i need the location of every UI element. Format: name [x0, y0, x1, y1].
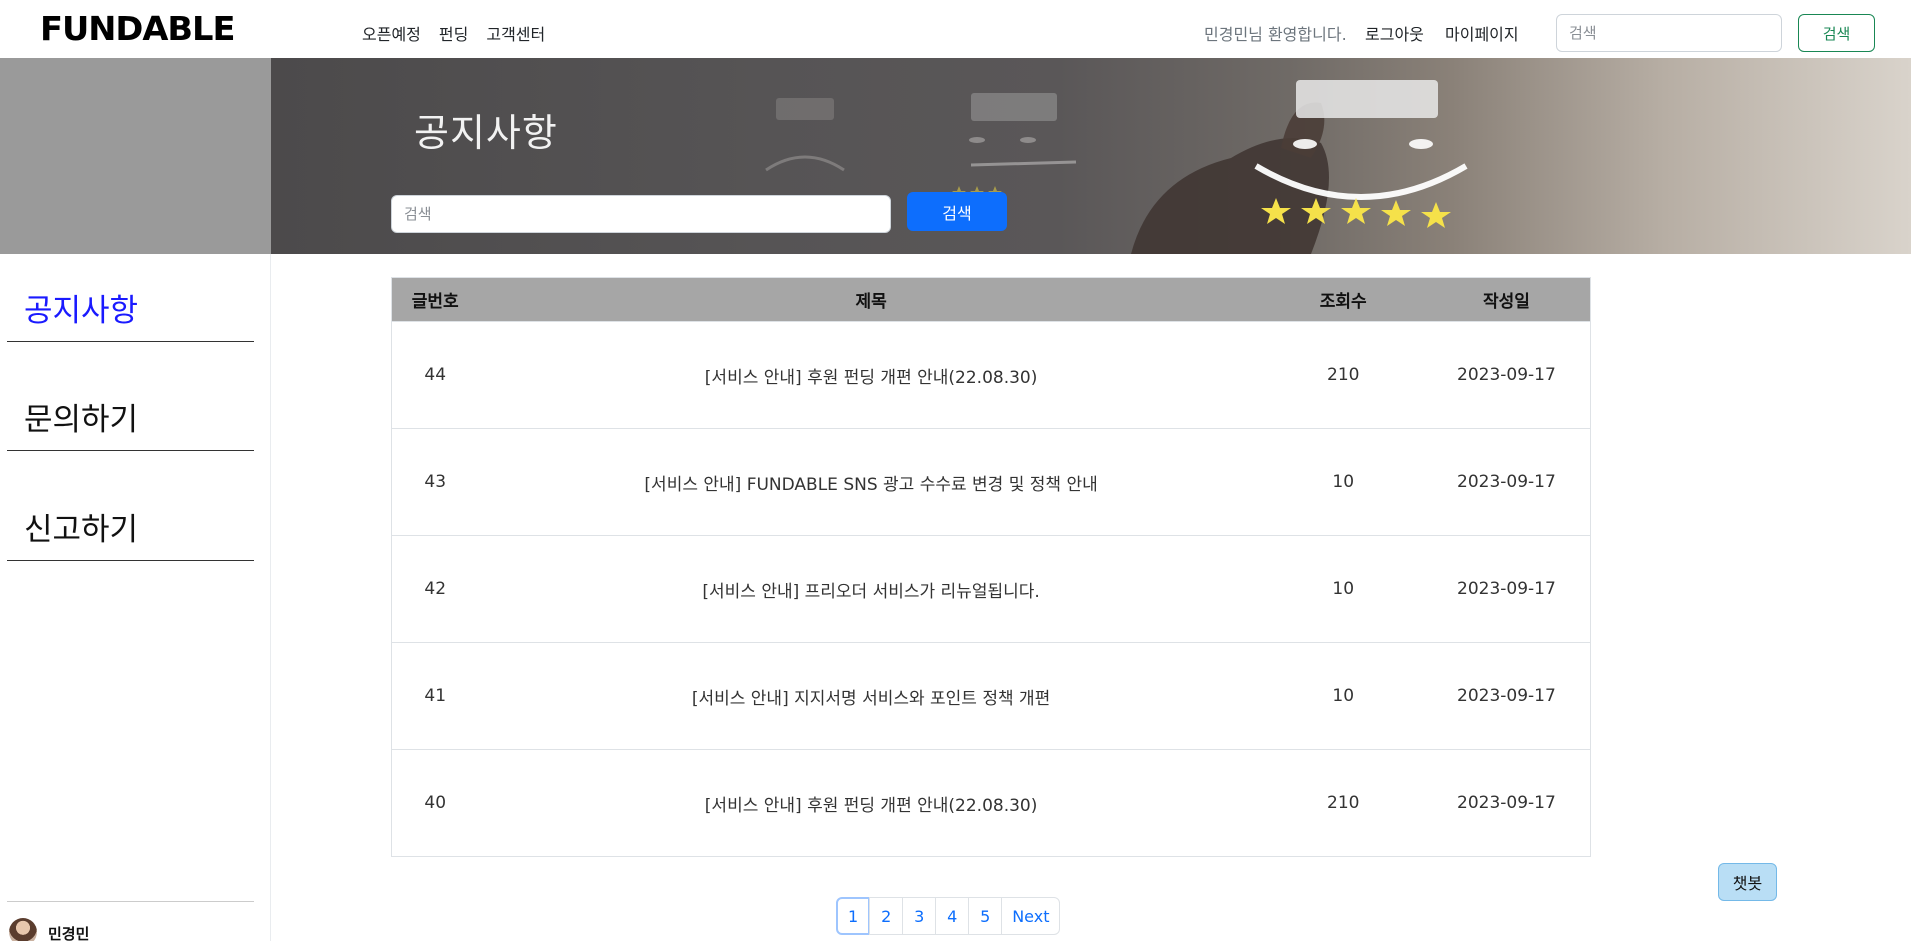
page-3-link[interactable]: 3	[902, 897, 937, 935]
post-views: 10	[1332, 472, 1355, 492]
table-header-row: 글번호 제목 조회수 작성일	[391, 277, 1591, 322]
next-page-link[interactable]: Next	[1001, 897, 1061, 935]
header-search-input[interactable]	[1556, 14, 1782, 52]
chatbot-button[interactable]: 챗봇	[1718, 863, 1777, 901]
post-date: 2023-09-17	[1457, 579, 1556, 599]
banner-left-panel	[0, 58, 271, 254]
sidebar-item-report[interactable]: 신고하기	[7, 473, 254, 561]
post-title[interactable]: [서비스 안내] FUNDABLE SNS 광고 수수료 변경 및 정책 안내	[479, 429, 1264, 536]
post-views: 210	[1327, 793, 1360, 813]
post-title[interactable]: [서비스 안내] 프리오더 서비스가 리뉴얼됩니다.	[479, 536, 1264, 643]
logout-link[interactable]: 로그아웃	[1365, 21, 1424, 45]
sidebar-item-inquiry[interactable]: 문의하기	[7, 363, 254, 451]
post-title[interactable]: [서비스 안내] 후원 펀딩 개편 안내(22.08.30)	[479, 322, 1264, 429]
fundable-logo[interactable]: FUNDABLE	[40, 9, 248, 48]
page-1-link[interactable]: 1	[836, 897, 871, 935]
post-date: 2023-09-17	[1457, 686, 1556, 706]
page-4-link[interactable]: 4	[935, 897, 970, 935]
page-2-link[interactable]: 2	[869, 897, 904, 935]
post-views: 10	[1332, 686, 1355, 706]
sidebar-item-label: 신고하기	[24, 512, 139, 548]
post-number: 43	[424, 472, 447, 492]
notice-search-input[interactable]	[391, 195, 891, 233]
sidebar-item-notice[interactable]: 공지사항	[7, 254, 254, 342]
header-title: 제목	[855, 292, 887, 312]
nav-item-customer-center[interactable]: 고객센터	[486, 21, 545, 45]
notice-search-button[interactable]: 검색	[907, 192, 1007, 231]
table-row[interactable]: 42 [서비스 안내] 프리오더 서비스가 리뉴얼됩니다. 10 2023-09…	[391, 535, 1591, 643]
profile-name[interactable]: 민경민	[48, 923, 89, 941]
sidebar-item-label: 문의하기	[24, 402, 139, 438]
table-row[interactable]: 41 [서비스 안내] 지지서명 서비스와 포인트 정책 개편 10 2023-…	[391, 642, 1591, 750]
post-number: 42	[424, 579, 447, 599]
pagination: 1 2 3 4 5 Next	[836, 897, 1061, 935]
nav-item-funding[interactable]: 펀딩	[439, 21, 468, 45]
table-row[interactable]: 40 [서비스 안내] 후원 펀딩 개편 안내(22.08.30) 210 20…	[391, 749, 1591, 857]
header-post-number: 글번호	[411, 292, 459, 312]
welcome-message: 민경민님 환영합니다.	[1204, 25, 1347, 44]
page-title: 공지사항	[414, 111, 558, 155]
post-date: 2023-09-17	[1457, 472, 1556, 492]
post-title[interactable]: [서비스 안내] 지지서명 서비스와 포인트 정책 개편	[479, 643, 1264, 750]
top-header: FUNDABLE 오픈예정 펀딩 고객센터 민경민님 환영합니다. 로그아웃 마…	[0, 0, 1911, 58]
table-row[interactable]: 44 [서비스 안내] 후원 펀딩 개편 안내(22.08.30) 210 20…	[391, 321, 1591, 429]
post-number: 41	[424, 686, 447, 706]
sidebar-item-label: 공지사항	[24, 293, 139, 329]
sidebar: 공지사항 문의하기 신고하기 민경민	[0, 254, 271, 941]
post-title[interactable]: [서비스 안내] 후원 펀딩 개편 안내(22.08.30)	[479, 750, 1264, 857]
post-views: 210	[1327, 365, 1360, 385]
post-number: 44	[424, 365, 447, 385]
main-nav: 오픈예정 펀딩 고객센터	[362, 21, 545, 45]
header-date: 작성일	[1482, 292, 1530, 312]
post-date: 2023-09-17	[1457, 365, 1556, 385]
post-views: 10	[1332, 579, 1355, 599]
mypage-link[interactable]: 마이페이지	[1445, 21, 1519, 45]
post-date: 2023-09-17	[1457, 793, 1556, 813]
notice-table: 글번호 제목 조회수 작성일 44 [서비스 안내] 후원 펀딩 개편 안내(2…	[391, 277, 1591, 857]
post-number: 40	[424, 793, 447, 813]
page-5-link[interactable]: 5	[968, 897, 1003, 935]
header-search-button[interactable]: 검색	[1798, 14, 1875, 52]
header-views: 조회수	[1319, 292, 1367, 312]
avatar[interactable]	[9, 918, 37, 941]
nav-item-upcoming[interactable]: 오픈예정	[362, 21, 421, 45]
table-row[interactable]: 43 [서비스 안내] FUNDABLE SNS 광고 수수료 변경 및 정책 …	[391, 428, 1591, 536]
profile-divider	[7, 901, 254, 902]
